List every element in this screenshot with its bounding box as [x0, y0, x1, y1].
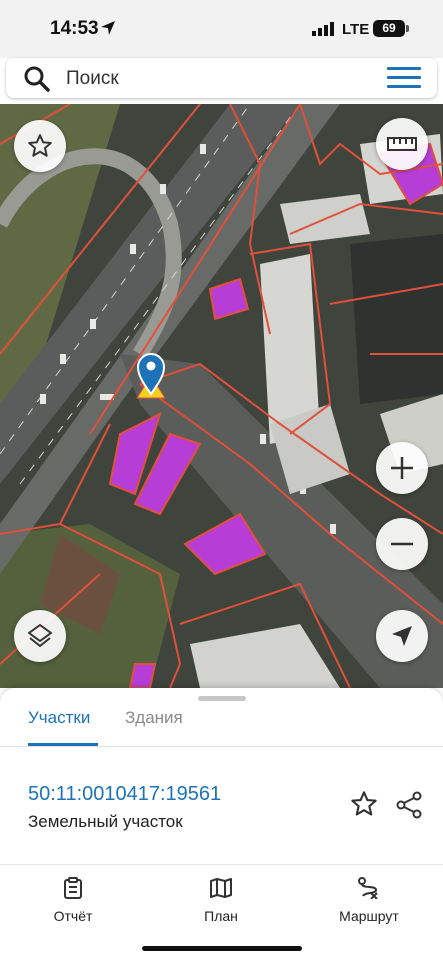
zoom-in-button[interactable]: [376, 442, 428, 494]
tab-buildings[interactable]: Здания: [125, 708, 183, 728]
cell-signal-icon: [312, 22, 334, 36]
nav-plan[interactable]: План: [166, 877, 276, 924]
star-icon[interactable]: [350, 790, 378, 818]
network-type: LTE: [342, 21, 370, 38]
home-indicator: [142, 946, 302, 951]
search-input[interactable]: Поиск: [66, 68, 119, 90]
plus-icon: [391, 457, 413, 479]
ruler-icon: [387, 137, 417, 151]
nav-report[interactable]: Отчёт: [18, 877, 128, 924]
locate-me-button[interactable]: [376, 610, 428, 662]
divider: [0, 746, 443, 747]
nav-plan-label: План: [204, 908, 238, 924]
search-bar[interactable]: Поиск: [6, 58, 437, 98]
battery-level: 69: [373, 20, 405, 37]
hamburger-menu-icon[interactable]: [387, 67, 421, 89]
battery-icon: [406, 25, 409, 32]
status-bar: 14:53 LTE 69: [0, 0, 443, 58]
map-imagery[interactable]: [0, 104, 443, 688]
search-icon: [24, 66, 50, 92]
satellite-map[interactable]: [0, 104, 443, 688]
zoom-out-button[interactable]: [376, 518, 428, 570]
route-icon: [358, 877, 378, 900]
report-clipboard-icon: [64, 877, 82, 899]
parcel-type-label: Земельный участок: [28, 812, 183, 831]
map-plan-icon: [210, 878, 232, 898]
nav-route[interactable]: Маршрут: [314, 877, 424, 924]
location-arrow-icon: [101, 21, 115, 35]
minus-icon: [391, 542, 413, 546]
status-time: 14:53: [50, 18, 99, 39]
sheet-drag-handle[interactable]: [198, 696, 246, 701]
share-icon[interactable]: [394, 790, 424, 820]
bottom-sheet[interactable]: Участки Здания 50:11:0010417:19561 Земел…: [0, 688, 443, 864]
nav-route-label: Маршрут: [339, 908, 399, 924]
tab-parcels[interactable]: Участки: [28, 708, 90, 728]
ruler-button[interactable]: [376, 118, 428, 170]
layers-button[interactable]: [14, 610, 66, 662]
star-icon: [28, 134, 52, 157]
cadastral-number-link[interactable]: 50:11:0010417:19561: [28, 783, 221, 806]
navigation-arrow-icon: [392, 626, 412, 646]
layers-icon: [28, 624, 52, 647]
nav-report-label: Отчёт: [53, 908, 93, 924]
favorite-star-button[interactable]: [14, 120, 66, 172]
